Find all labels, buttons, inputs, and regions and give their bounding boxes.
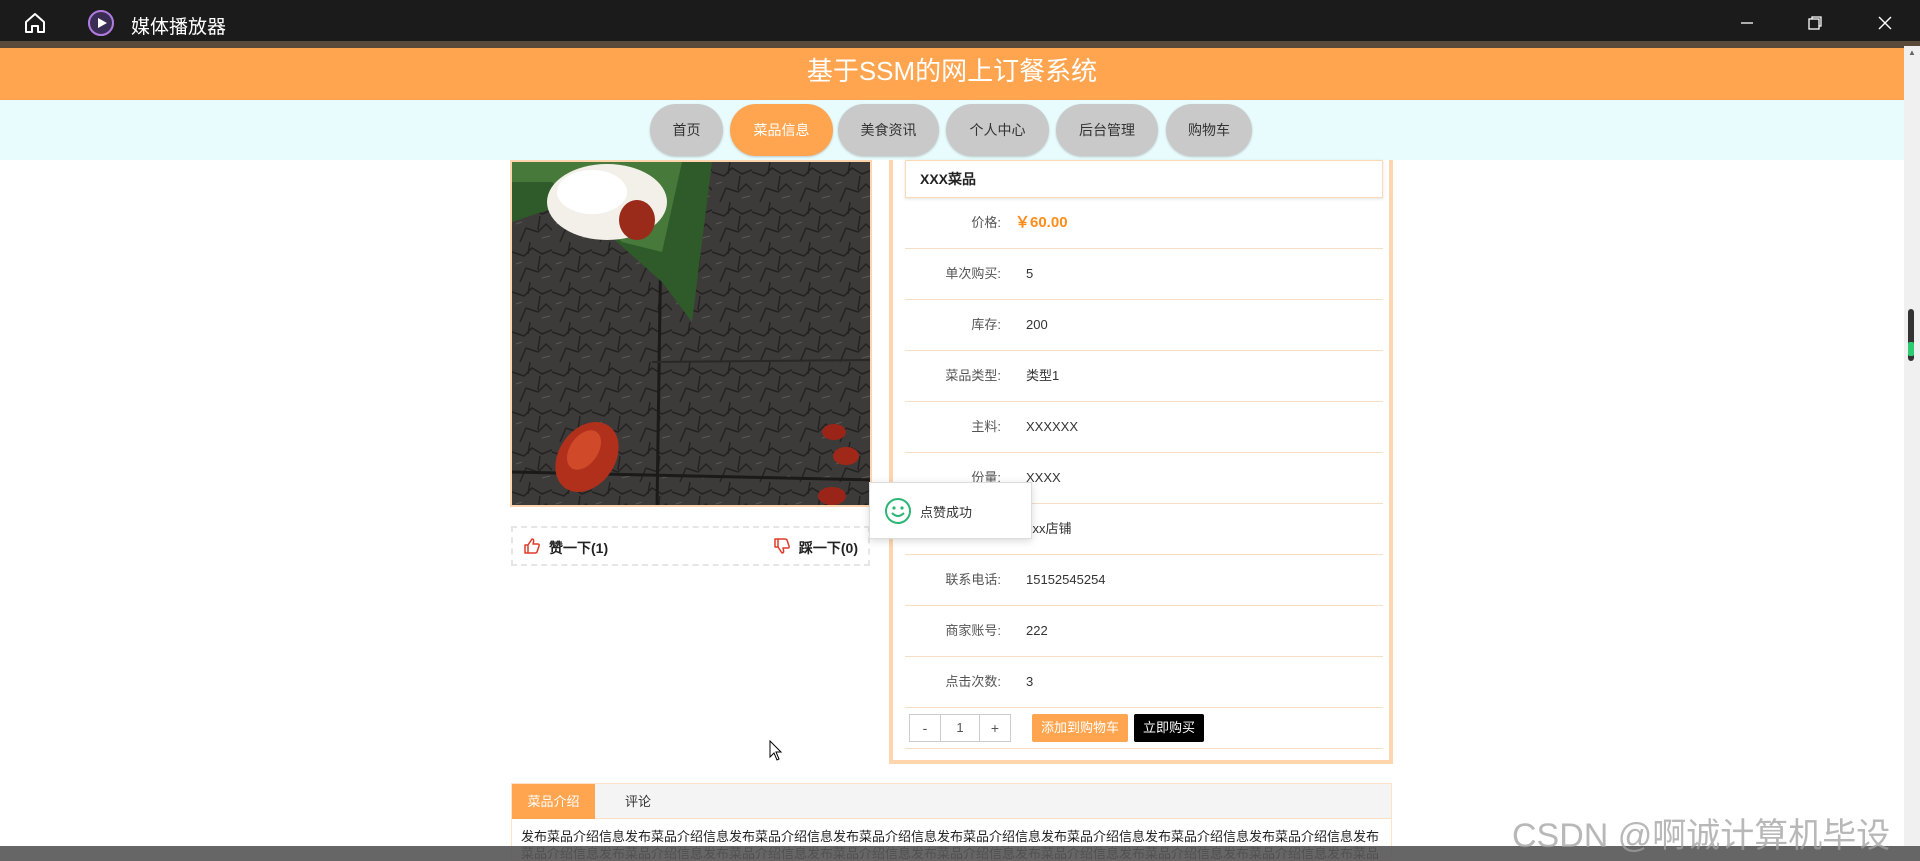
titlebar-divider [0,41,1920,48]
maximize-icon[interactable] [1802,10,1828,36]
scroll-up-icon[interactable]: ▲ [1907,48,1917,58]
smile-icon [884,497,912,525]
field-label: 联系电话: [945,572,1001,587]
quantity-input[interactable]: 1 [940,715,980,741]
field-label: 单次购买: [945,266,1001,281]
field-value: 15152545254 [1026,572,1106,587]
detail-tabs: 菜品介绍 评论 [511,783,1392,819]
field-row: 价格: ￥60.00 [905,198,1383,249]
dish-image [510,160,872,507]
home-icon[interactable] [22,10,48,36]
scroll-grip [1908,342,1914,356]
field-value: 200 [1026,317,1048,332]
window-title: 媒体播放器 [131,17,227,38]
field-label: 点击次数: [945,674,1001,689]
field-value: 类型1 [1026,368,1060,383]
nav-home[interactable]: 首页 [650,104,723,156]
dish-name: XXX菜品 [905,160,1383,198]
watermark: CSDN @啊诚计算机毕设 [1512,817,1891,855]
main-nav: 首页 菜品信息 美食资讯 个人中心 后台管理 购物车 [0,100,1904,160]
field-row: 主料: XXXXXX [905,402,1383,453]
nav-dish-info[interactable]: 菜品信息 [730,104,833,156]
field-value: 222 [1026,623,1048,638]
field-label: 库存: [971,317,1001,332]
dish-detail-panel: XXX菜品 价格: ￥60.00 单次购买: 5 库存: 200 菜品类型: 类… [889,160,1393,764]
price-value: ￥60.00 [1015,214,1068,231]
field-label: 价格: [971,215,1001,230]
like-label: 赞一下(1) [549,539,609,556]
nav-food-news[interactable]: 美食资讯 [838,104,939,156]
field-value: 3 [1026,674,1034,689]
dislike-button[interactable]: 踩一下(0) [773,537,858,558]
dislike-label: 踩一下(0) [798,539,858,556]
quantity-minus-button[interactable]: - [910,715,940,741]
quantity-stepper: - 1 + [909,714,1011,742]
field-row: 商家账号: 222 [905,606,1383,657]
thumbs-up-icon [523,537,541,558]
tab-comments[interactable]: 评论 [609,784,667,819]
field-row: 联系电话: 15152545254 [905,555,1383,606]
field-row: 单次购买: 5 [905,249,1383,300]
mouse-cursor-icon [769,739,783,762]
toast-notification: 点赞成功 [869,482,1032,539]
field-value: XXXXXX [1026,419,1079,434]
vote-bar: 赞一下(1) 踩一下(0) [511,526,870,566]
field-label: 商家账号: [945,623,1001,638]
field-label: 主料: [971,419,1001,434]
add-to-cart-button[interactable]: 添加到购物车 [1032,714,1129,742]
buy-now-button[interactable]: 立即购买 [1134,714,1205,742]
field-row: 菜品类型: 类型1 [905,351,1383,402]
close-icon[interactable] [1872,10,1898,36]
nav-admin[interactable]: 后台管理 [1056,104,1158,156]
field-value: 5 [1026,266,1034,281]
media-player-icon [88,10,114,36]
field-row: 点击次数: 3 [905,657,1383,708]
page-scrollbar[interactable]: ▲ [1904,46,1920,846]
minimize-icon[interactable] [1734,10,1760,36]
nav-personal-center[interactable]: 个人中心 [946,104,1049,156]
field-row: 库存: 200 [905,300,1383,351]
nav-cart[interactable]: 购物车 [1166,104,1252,156]
site-header: 基于SSM的网上订餐系统 [0,48,1904,100]
purchase-actions: - 1 + 添加到购物车 立即购买 [905,706,1383,749]
window-titlebar: 媒体播放器 [0,0,1920,46]
tab-dish-intro[interactable]: 菜品介绍 [512,784,595,819]
field-value: xxx店铺 [1026,521,1072,536]
toast-message: 点赞成功 [920,505,973,520]
field-label: 菜品类型: [945,368,1001,383]
thumbs-down-icon [773,537,791,558]
like-button[interactable]: 赞一下(1) [523,537,608,558]
quantity-plus-button[interactable]: + [980,715,1010,741]
site-title: 基于SSM的网上订餐系统 [806,56,1098,86]
